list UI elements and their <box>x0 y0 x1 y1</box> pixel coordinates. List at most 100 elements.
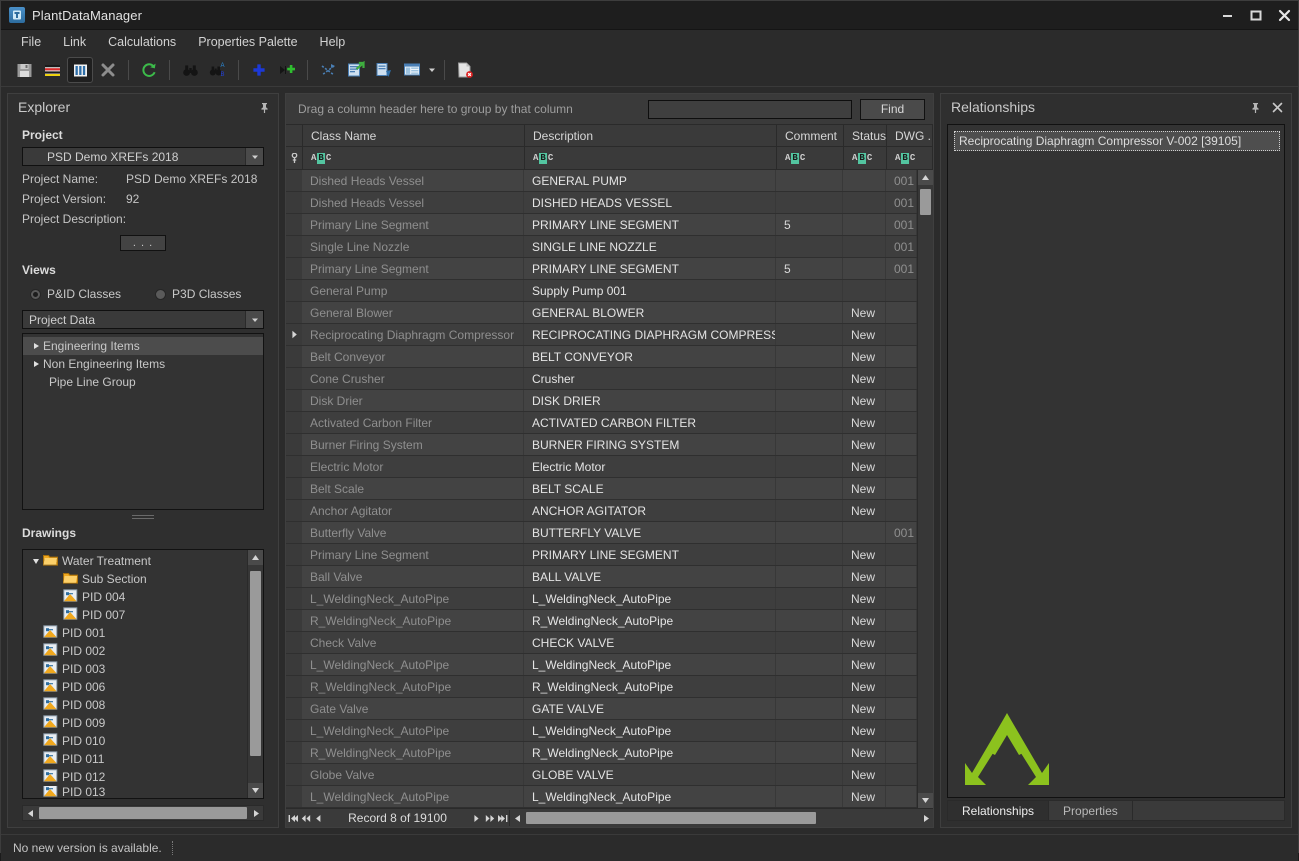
scroll-thumb[interactable] <box>250 571 261 756</box>
last-record-button[interactable] <box>496 809 509 827</box>
splitter-grip[interactable] <box>22 514 264 520</box>
cell-comment[interactable] <box>776 192 843 213</box>
cell-dwg[interactable] <box>886 786 917 807</box>
drawing-node-pid-001[interactable]: PID 001 <box>23 624 247 642</box>
cell-description[interactable]: DISK DRIER <box>524 390 776 411</box>
table-row[interactable]: L_WeldingNeck_AutoPipe L_WeldingNeck_Auto… <box>286 786 917 808</box>
chevron-down-icon[interactable] <box>427 57 437 83</box>
table-row[interactable]: Dished Heads Vessel DISHED HEADS VESSEL 00… <box>286 192 917 214</box>
drawing-node-pid-009[interactable]: PID 009 <box>23 714 247 732</box>
cell-description[interactable]: PRIMARY LINE SEGMENT <box>524 544 776 565</box>
cell-dwg[interactable] <box>886 324 917 345</box>
table-rows-icon[interactable] <box>39 57 65 83</box>
table-row[interactable]: Primary Line Segment PRIMARY LINE SEGMENT… <box>286 544 917 566</box>
cell-status[interactable]: New <box>843 544 886 565</box>
cell-dwg[interactable] <box>886 500 917 521</box>
tree-node-engineering-items[interactable]: Engineering Items <box>23 337 263 355</box>
cell-status[interactable] <box>843 236 886 257</box>
tab-relationships[interactable]: Relationships <box>948 801 1050 820</box>
scroll-thumb[interactable] <box>920 189 931 215</box>
cell-status[interactable]: New <box>843 324 886 345</box>
cell-dwg[interactable] <box>886 368 917 389</box>
next-page-button[interactable] <box>483 809 496 827</box>
column-header-class-name[interactable]: Class Name <box>303 125 525 146</box>
cell-status[interactable]: New <box>843 368 886 389</box>
cell-class-name[interactable]: Activated Carbon Filter <box>302 412 524 433</box>
cell-dwg[interactable] <box>886 764 917 785</box>
cell-description[interactable]: DISHED HEADS VESSEL <box>524 192 776 213</box>
cell-dwg[interactable]: 001 <box>886 214 917 235</box>
close-icon[interactable] <box>1276 7 1292 23</box>
drawing-node-pid-010[interactable]: PID 010 <box>23 732 247 750</box>
table-row[interactable]: R_WeldingNeck_AutoPipe R_WeldingNeck_Auto… <box>286 676 917 698</box>
cell-description[interactable]: Crusher <box>524 368 776 389</box>
scroll-up-icon[interactable] <box>248 550 263 565</box>
cell-description[interactable]: R_WeldingNeck_AutoPipe <box>524 610 776 631</box>
cell-comment[interactable] <box>776 236 843 257</box>
expand-triangle-icon[interactable] <box>29 342 43 350</box>
chevron-down-icon[interactable] <box>245 311 263 328</box>
cell-status[interactable]: New <box>843 720 886 741</box>
cell-class-name[interactable]: L_WeldingNeck_AutoPipe <box>302 786 524 807</box>
filter-cell-dwg[interactable]: ABC <box>887 147 933 169</box>
pin-icon[interactable] <box>256 99 272 115</box>
cell-dwg[interactable] <box>886 412 917 433</box>
cell-status[interactable] <box>843 522 886 543</box>
cell-class-name[interactable]: General Pump <box>302 280 524 301</box>
table-row[interactable]: Single Line Nozzle SINGLE LINE NOZZLE 001 <box>286 236 917 258</box>
cell-status[interactable]: New <box>843 412 886 433</box>
drawing-node-pid-006[interactable]: PID 006 <box>23 678 247 696</box>
cell-dwg[interactable] <box>886 456 917 477</box>
menu-item-help[interactable]: Help <box>310 32 356 52</box>
cell-comment[interactable] <box>776 346 843 367</box>
cell-description[interactable]: GLOBE VALVE <box>524 764 776 785</box>
cell-description[interactable]: ACTIVATED CARBON FILTER <box>524 412 776 433</box>
cell-comment[interactable] <box>776 478 843 499</box>
cell-description[interactable]: BELT CONVEYOR <box>524 346 776 367</box>
drawing-node-pid-003[interactable]: PID 003 <box>23 660 247 678</box>
minimize-icon[interactable] <box>1220 7 1236 23</box>
cell-status[interactable]: New <box>843 654 886 675</box>
close-icon[interactable] <box>1269 99 1285 115</box>
grid-vertical-scrollbar[interactable] <box>917 170 933 808</box>
cell-class-name[interactable]: Electric Motor <box>302 456 524 477</box>
cell-description[interactable]: L_WeldingNeck_AutoPipe <box>524 786 776 807</box>
drawing-node-water-treatment[interactable]: Water Treatment <box>23 552 247 570</box>
table-row[interactable]: R_WeldingNeck_AutoPipe R_WeldingNeck_Auto… <box>286 742 917 764</box>
previous-page-button[interactable] <box>299 809 312 827</box>
cell-status[interactable]: New <box>843 676 886 697</box>
cell-status[interactable]: New <box>843 566 886 587</box>
cell-class-name[interactable]: Primary Line Segment <box>302 214 524 235</box>
scroll-track[interactable] <box>37 806 249 820</box>
cell-class-name[interactable]: Butterfly Valve <box>302 522 524 543</box>
refresh-icon[interactable] <box>136 57 162 83</box>
table-row[interactable]: Primary Line Segment PRIMARY LINE SEGMENT… <box>286 258 917 280</box>
scroll-left-icon[interactable] <box>23 806 37 820</box>
cell-dwg[interactable]: 001 <box>886 236 917 257</box>
cell-dwg[interactable] <box>886 632 917 653</box>
project-data-combo[interactable]: Project Data <box>22 310 264 329</box>
cell-class-name[interactable]: Belt Conveyor <box>302 346 524 367</box>
cell-comment[interactable] <box>776 764 843 785</box>
cell-dwg[interactable]: 001 <box>886 192 917 213</box>
cell-status[interactable]: New <box>843 764 886 785</box>
drawing-node-pid-008[interactable]: PID 008 <box>23 696 247 714</box>
cell-class-name[interactable]: L_WeldingNeck_AutoPipe <box>302 720 524 741</box>
cell-description[interactable]: RECIPROCATING DIAPHRAGM COMPRESSOR <box>524 324 776 345</box>
explorer-horizontal-scrollbar[interactable] <box>22 805 264 821</box>
cell-comment[interactable]: 5 <box>776 258 843 279</box>
drawing-node-pid-012[interactable]: PID 012 <box>23 768 247 786</box>
cell-status[interactable]: New <box>843 742 886 763</box>
cell-comment[interactable] <box>776 324 843 345</box>
filter-cell-status[interactable]: ABC <box>844 147 887 169</box>
first-record-button[interactable] <box>286 809 299 827</box>
cell-class-name[interactable]: Reciprocating Diaphragm Compressor <box>302 324 524 345</box>
table-row[interactable]: Electric Motor Electric Motor New <box>286 456 917 478</box>
cell-dwg[interactable] <box>886 302 917 323</box>
cell-class-name[interactable]: Gate Valve <box>302 698 524 719</box>
maximize-icon[interactable] <box>1248 7 1264 23</box>
table-row[interactable]: Ball Valve BALL VALVE New <box>286 566 917 588</box>
scroll-thumb[interactable] <box>526 812 816 824</box>
table-row[interactable]: Dished Heads Vessel GENERAL PUMP 001 <box>286 170 917 192</box>
cell-comment[interactable] <box>776 412 843 433</box>
